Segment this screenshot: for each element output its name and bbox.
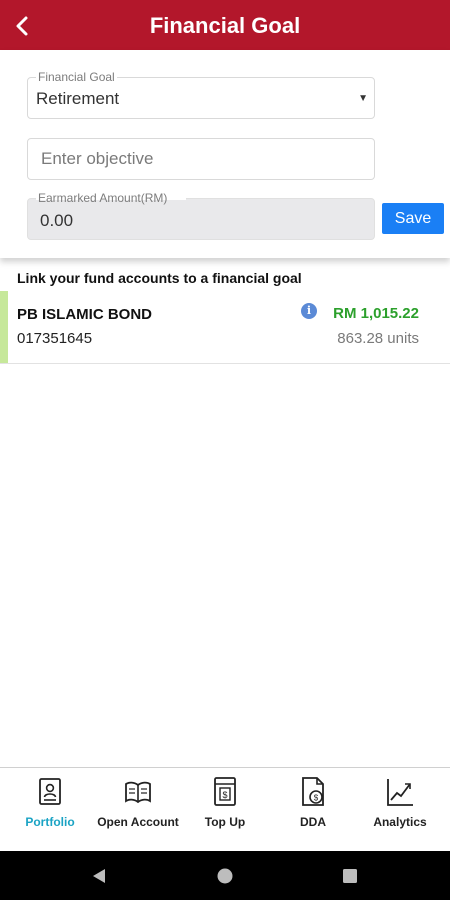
objective-input[interactable] [28, 139, 374, 179]
analytics-chart-icon [387, 779, 413, 806]
system-recents-icon[interactable] [341, 867, 359, 885]
nav-item-portfolio[interactable]: Portfolio [5, 768, 95, 852]
earmarked-amount-value: 0.00 [40, 211, 74, 230]
objective-field[interactable] [27, 138, 375, 180]
fund-account-number: 017351645 [17, 330, 93, 347]
app-header: Financial Goal [0, 0, 450, 50]
save-button[interactable]: Save [382, 203, 444, 234]
system-nav-bar [0, 851, 450, 900]
fund-units: 863.28 units [337, 330, 419, 347]
dropdown-caret-icon: ▼ [358, 93, 368, 104]
nav-label-top-up: Top Up [204, 815, 246, 829]
nav-label-open-account: Open Account [97, 815, 179, 829]
fund-row[interactable]: PB ISLAMIC BOND 017351645 i RM 1,015.22 … [0, 291, 450, 364]
earmarked-amount-field[interactable]: Earmarked Amount(RM) 0.00 [27, 191, 375, 240]
svg-text:$: $ [314, 794, 319, 803]
nav-label-analytics: Analytics [373, 815, 427, 829]
financial-goal-value: Retirement [36, 89, 120, 108]
nav-item-top-up[interactable]: $ Top Up [180, 768, 270, 852]
bottom-nav: Portfolio Open Account $ Top Up $ DDA An… [0, 767, 450, 851]
financial-goal-label: Financial Goal [36, 70, 117, 84]
fund-accent-bar [0, 291, 8, 363]
system-back-icon[interactable] [90, 867, 108, 885]
nav-label-dda: DDA [300, 815, 326, 829]
calculator-icon: $ [214, 777, 236, 806]
earmarked-amount-label: Earmarked Amount(RM) [38, 191, 168, 205]
portfolio-icon [39, 778, 61, 805]
nav-item-analytics[interactable]: Analytics [355, 768, 445, 852]
nav-item-open-account[interactable]: Open Account [93, 768, 183, 852]
fund-amount: RM 1,015.22 [333, 305, 419, 322]
dda-document-icon: $ [302, 777, 324, 806]
nav-label-portfolio: Portfolio [25, 815, 75, 829]
open-book-icon [125, 781, 151, 804]
nav-item-dda[interactable]: $ DDA [268, 768, 358, 852]
svg-text:$: $ [222, 790, 227, 800]
system-home-icon[interactable] [216, 867, 234, 885]
info-icon[interactable]: i [301, 303, 317, 319]
fund-name: PB ISLAMIC BOND [17, 306, 152, 323]
section-title: Link your fund accounts to a financial g… [17, 270, 302, 286]
page-title: Financial Goal [149, 13, 301, 38]
financial-goal-select[interactable]: Financial Goal Retirement ▼ [27, 70, 375, 119]
